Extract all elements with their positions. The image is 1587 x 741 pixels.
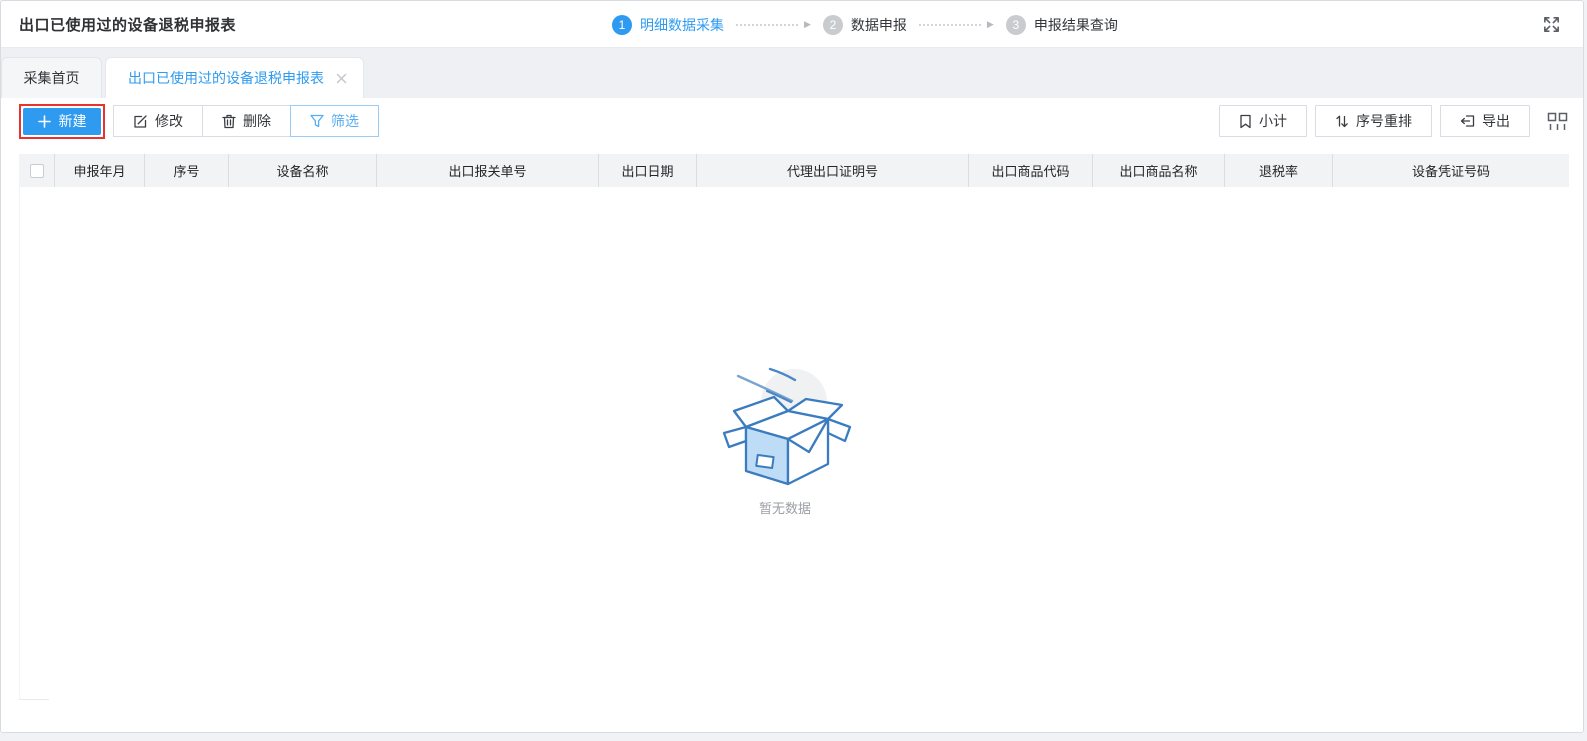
column-settings-icon[interactable]	[1545, 109, 1569, 133]
edit-icon	[133, 114, 148, 129]
column-header[interactable]: 出口报关单号	[377, 154, 599, 187]
top-bar: 出口已使用过的设备退税申报表 1 明细数据采集 ▶ 2 数据申报 ▶ 3 申报结…	[1, 1, 1583, 48]
step-label: 申报结果查询	[1033, 16, 1118, 33]
trash-icon	[222, 114, 236, 129]
sort-numeric-icon	[1335, 114, 1349, 129]
tab-declaration-form[interactable]: 出口已使用过的设备退税申报表	[105, 57, 364, 98]
fixed-column-bottom-edge	[19, 699, 49, 700]
column-header[interactable]: 出口日期	[599, 154, 697, 187]
plus-icon	[37, 114, 51, 128]
export-button-label: 导出	[1482, 113, 1510, 129]
subtotal-button[interactable]: 小计	[1219, 105, 1307, 137]
empty-box-illustration	[722, 367, 852, 486]
tab-bar: 采集首页 出口已使用过的设备退税申报表	[1, 48, 1583, 98]
annotation-highlight-box: 新建	[19, 103, 105, 139]
empty-state-text: 暂无数据	[758, 501, 811, 516]
tab-label: 采集首页	[23, 70, 80, 86]
export-icon	[1460, 114, 1475, 128]
step-data-declaration: 2 数据申报	[822, 14, 907, 35]
filter-button-label: 筛选	[331, 113, 359, 129]
column-header[interactable]: 代理出口证明号	[697, 154, 969, 187]
filter-button[interactable]: 筛选	[290, 105, 379, 137]
tab-collection-home[interactable]: 采集首页	[1, 57, 102, 98]
step-number-badge: 3	[1005, 14, 1026, 35]
empty-state: 暂无数据	[1, 347, 1569, 517]
step-connector-arrow-icon: ▶	[986, 19, 994, 29]
column-header[interactable]: 序号	[145, 154, 229, 187]
column-header[interactable]: 出口商品名称	[1093, 154, 1225, 187]
step-number-badge: 1	[612, 14, 632, 35]
edit-button[interactable]: 修改	[113, 105, 203, 137]
delete-button-label: 删除	[243, 113, 271, 129]
fullscreen-expand-icon[interactable]	[1539, 12, 1563, 36]
subtotal-button-label: 小计	[1259, 113, 1287, 129]
step-connector-line	[918, 23, 981, 26]
new-button[interactable]: 新建	[23, 107, 101, 135]
edit-button-label: 修改	[155, 113, 183, 129]
edit-actions-group: 修改 删除 筛选	[113, 105, 379, 137]
app-window: 出口已使用过的设备退税申报表 1 明细数据采集 ▶ 2 数据申报 ▶ 3 申报结…	[0, 0, 1584, 733]
column-header[interactable]: 申报年月	[55, 154, 145, 187]
header-checkbox-cell	[19, 154, 55, 187]
toolbar-right-group: 小计 序号重排 导出	[1219, 105, 1569, 137]
step-result-query: 3 申报结果查询	[1005, 14, 1118, 35]
renumber-button-label: 序号重排	[1356, 113, 1412, 129]
tab-label: 出口已使用过的设备退税申报表	[128, 70, 324, 86]
table-body: 暂无数据	[1, 187, 1583, 732]
step-label: 数据申报	[850, 16, 907, 33]
funnel-icon	[310, 114, 324, 128]
step-data-collection: 1 明细数据采集	[612, 14, 724, 35]
delete-button[interactable]: 删除	[202, 105, 291, 137]
renumber-button[interactable]: 序号重排	[1315, 105, 1432, 137]
page-title: 出口已使用过的设备退税申报表	[19, 16, 237, 34]
bookmark-icon	[1239, 114, 1252, 129]
export-button[interactable]: 导出	[1440, 105, 1530, 137]
select-all-checkbox[interactable]	[29, 163, 44, 178]
table-header-row: 申报年月 序号 设备名称 出口报关单号 出口日期 代理出口证明号 出口商品代码 …	[19, 154, 1569, 187]
column-header[interactable]: 设备名称	[229, 154, 377, 187]
tab-close-icon[interactable]	[336, 73, 347, 84]
column-header[interactable]: 出口商品代码	[969, 154, 1093, 187]
column-header[interactable]: 退税率	[1225, 154, 1333, 187]
toolbar: 新建 修改 删除 筛选 小计 序号重排 导出	[1, 98, 1583, 144]
step-connector-line	[736, 23, 798, 26]
step-label: 明细数据采集	[640, 16, 724, 33]
new-button-label: 新建	[58, 113, 87, 129]
step-connector-arrow-icon: ▶	[804, 19, 811, 29]
step-number-badge: 2	[822, 14, 843, 35]
column-header[interactable]: 设备凭证号码	[1333, 154, 1569, 187]
process-stepper: 1 明细数据采集 ▶ 2 数据申报 ▶ 3 申报结果查询	[612, 1, 1118, 48]
